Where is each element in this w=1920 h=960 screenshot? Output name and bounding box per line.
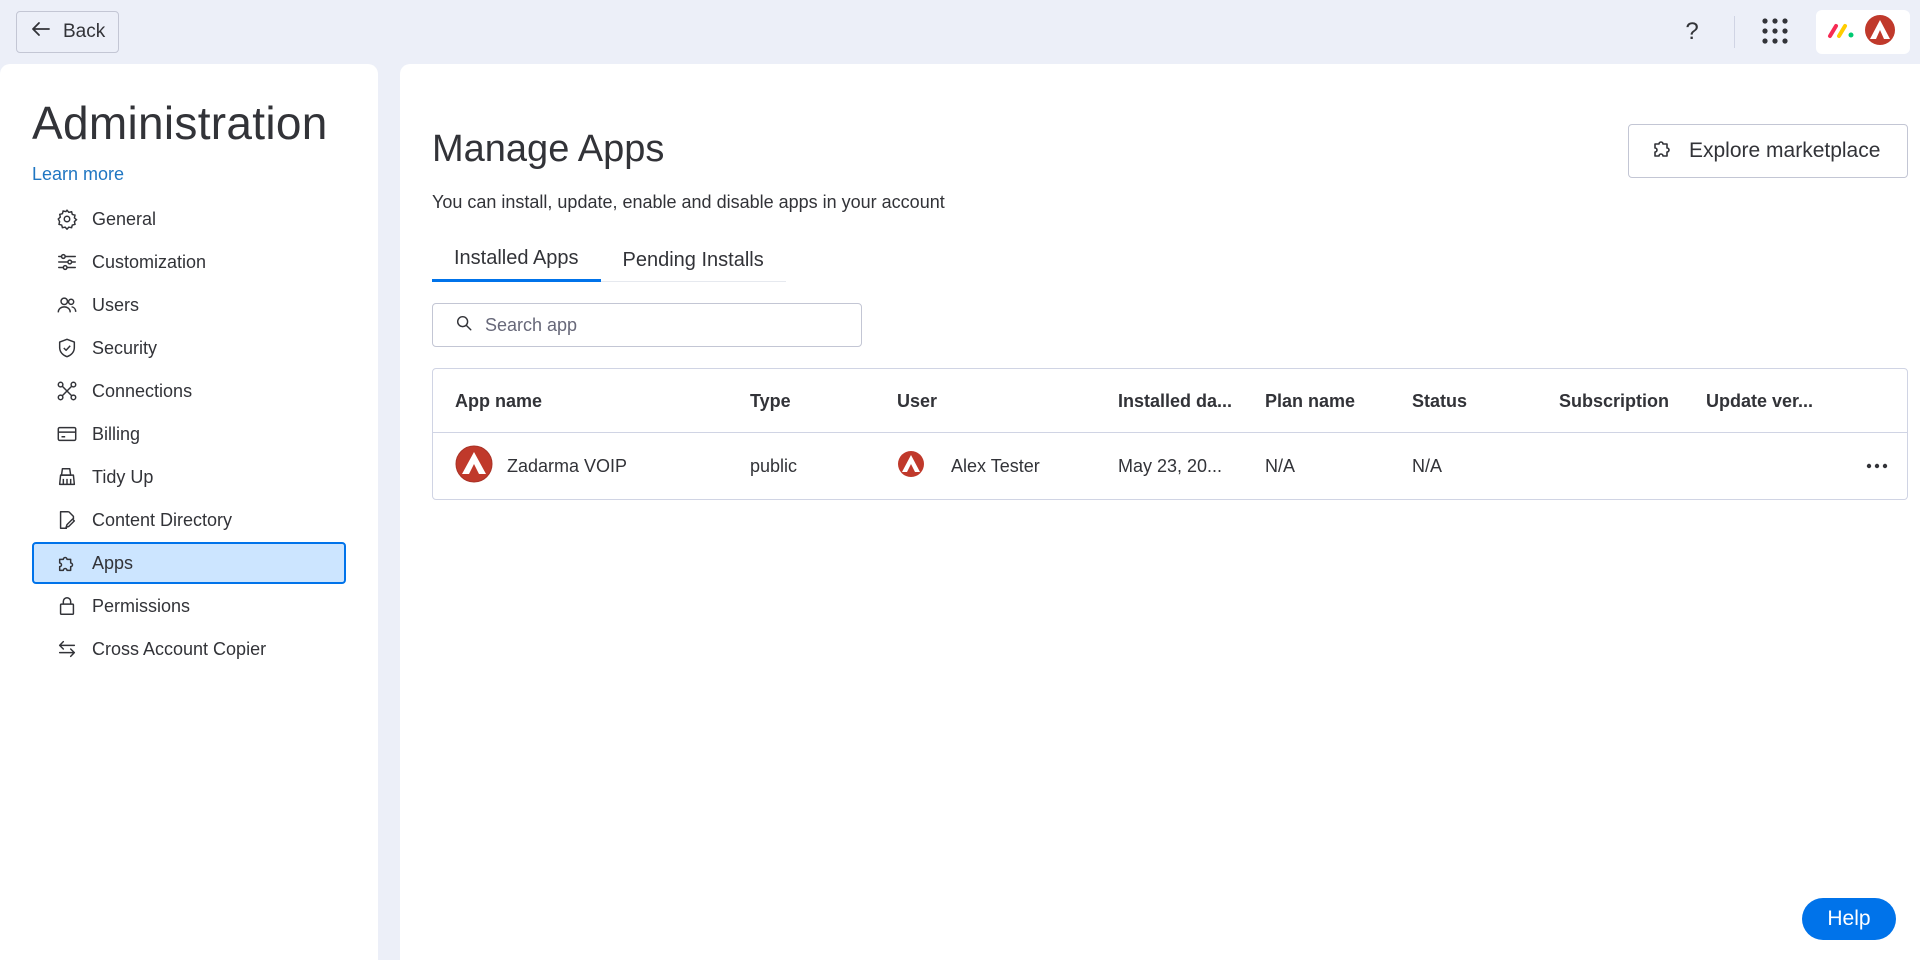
- app-logo-icon: [455, 445, 507, 488]
- shield-icon: [56, 337, 78, 359]
- apps-grid-icon[interactable]: [1760, 16, 1790, 46]
- help-button[interactable]: Help: [1802, 898, 1896, 940]
- search-field: [432, 303, 862, 347]
- sidebar-item-label: Permissions: [92, 595, 191, 616]
- top-bar: Back ?: [0, 0, 1920, 64]
- user-name-text: Alex Tester: [951, 455, 1040, 476]
- user-avatar: [897, 450, 951, 483]
- sidebar-item-label: Billing: [92, 423, 141, 444]
- sidebar-nav: General Customization Users Security Con…: [32, 198, 346, 671]
- app-name-text: Zadarma VOIP: [507, 455, 628, 476]
- sidebar-item-label: Content Directory: [92, 509, 233, 530]
- column-header-user[interactable]: User: [897, 369, 937, 433]
- sidebar-title: Administration: [32, 97, 328, 149]
- cell-plan-name: N/A: [1265, 455, 1296, 476]
- back-button[interactable]: Back: [16, 11, 119, 53]
- cell-app-name: Zadarma VOIP: [455, 433, 627, 499]
- sidebar-item-permissions[interactable]: Permissions: [32, 585, 346, 627]
- cell-installed-date: May 23, 20...: [1118, 455, 1223, 476]
- sidebar-item-label: Customization: [92, 251, 207, 272]
- column-header-subscription[interactable]: Subscription: [1559, 369, 1669, 433]
- search-input[interactable]: [485, 314, 845, 336]
- page-subtitle: You can install, update, enable and disa…: [432, 192, 945, 212]
- sidebar-item-tidy-up[interactable]: Tidy Up: [32, 456, 346, 498]
- sidebar-item-apps[interactable]: Apps: [32, 542, 346, 584]
- sidebar-item-general[interactable]: General: [32, 198, 346, 240]
- sidebar-item-content-directory[interactable]: Content Directory: [32, 499, 346, 541]
- topbar-divider: [1734, 16, 1735, 48]
- sliders-icon: [56, 251, 78, 273]
- cell-user: Alex Tester: [897, 433, 1040, 499]
- monday-logo: [1826, 20, 1856, 45]
- users-icon: [56, 294, 78, 316]
- sidebar-item-cross-account-copier[interactable]: Cross Account Copier: [32, 628, 346, 670]
- sidebar-item-customization[interactable]: Customization: [32, 241, 346, 283]
- column-header-status[interactable]: Status: [1412, 369, 1467, 433]
- page-title: Manage Apps: [432, 128, 665, 170]
- credit-card-icon: [56, 423, 78, 445]
- apps-tabs: Installed Apps Pending Installs: [432, 238, 786, 282]
- sidebar-item-users[interactable]: Users: [32, 284, 346, 326]
- tab-installed-apps[interactable]: Installed Apps: [432, 238, 601, 282]
- sidebar-item-label: Apps: [92, 552, 134, 573]
- sidebar-item-security[interactable]: Security: [32, 327, 346, 369]
- more-options-icon[interactable]: [1861, 451, 1893, 481]
- explore-marketplace-button[interactable]: Explore marketplace: [1628, 124, 1908, 178]
- learn-more-link[interactable]: Learn more: [32, 164, 124, 185]
- puzzle-icon: [1651, 136, 1675, 166]
- gear-icon: [56, 208, 78, 230]
- sidebar-item-label: Users: [92, 294, 140, 315]
- apps-table: App name Type User Installed da... Plan …: [432, 368, 1908, 500]
- table-header: App name Type User Installed da... Plan …: [433, 369, 1907, 433]
- sidebar-item-label: General: [92, 208, 157, 229]
- help-question-icon[interactable]: ?: [1676, 14, 1708, 50]
- tab-pending-installs[interactable]: Pending Installs: [601, 238, 786, 282]
- account-menu[interactable]: [1816, 10, 1910, 54]
- swap-arrows-icon: [56, 638, 78, 660]
- lock-icon: [56, 595, 78, 617]
- back-label: Back: [63, 21, 106, 42]
- cell-status: N/A: [1412, 455, 1443, 476]
- table-row[interactable]: Zadarma VOIP public Alex Tester May 23, …: [433, 433, 1907, 499]
- main-panel: Manage Apps You can install, update, ena…: [400, 64, 1920, 960]
- explore-marketplace-label: Explore marketplace: [1689, 139, 1881, 162]
- broom-icon: [56, 466, 78, 488]
- column-header-installed-date[interactable]: Installed da...: [1118, 369, 1232, 433]
- puzzle-icon: [56, 552, 78, 574]
- column-header-type[interactable]: Type: [750, 369, 791, 433]
- column-header-update-version[interactable]: Update ver...: [1706, 369, 1813, 433]
- search-icon: [455, 314, 473, 337]
- document-edit-icon: [56, 509, 78, 531]
- column-header-app-name[interactable]: App name: [455, 369, 542, 433]
- admin-sidebar: Administration Learn more General Custom…: [0, 64, 378, 960]
- user-avatar: [1864, 14, 1896, 51]
- arrow-left-icon: [29, 17, 53, 47]
- sidebar-item-label: Cross Account Copier: [92, 638, 267, 659]
- sidebar-item-label: Tidy Up: [92, 466, 154, 487]
- sidebar-item-label: Security: [92, 337, 158, 358]
- sidebar-item-billing[interactable]: Billing: [32, 413, 346, 455]
- cell-type: public: [750, 455, 798, 476]
- sidebar-item-label: Connections: [92, 380, 193, 401]
- connections-icon: [56, 380, 78, 402]
- sidebar-item-connections[interactable]: Connections: [32, 370, 346, 412]
- column-header-plan-name[interactable]: Plan name: [1265, 369, 1355, 433]
